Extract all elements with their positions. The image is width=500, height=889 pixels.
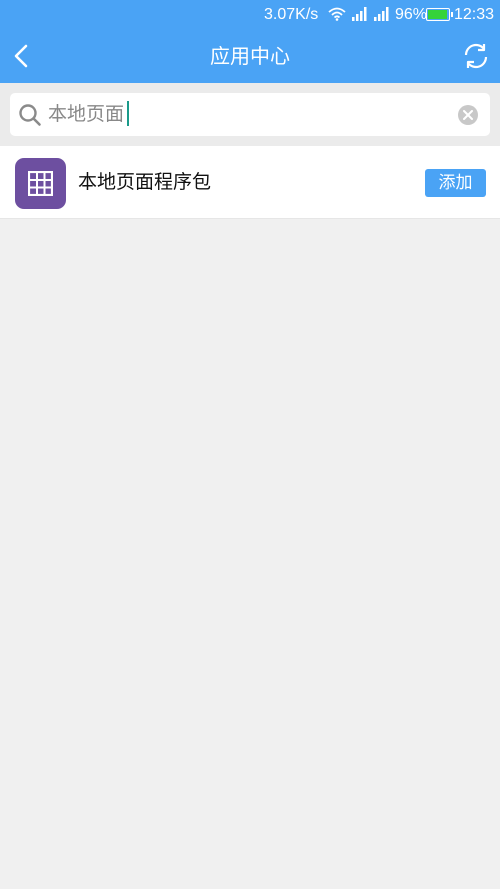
- battery-icon: [426, 8, 453, 21]
- search-input[interactable]: 本地页面: [48, 99, 130, 129]
- network-speed: 3.07K/s: [264, 6, 319, 23]
- wifi-icon: [328, 7, 346, 26]
- table-grid-icon: [15, 158, 66, 209]
- battery-percent: 96%: [395, 6, 428, 23]
- battery-cap: [451, 12, 453, 17]
- text-cursor: [127, 100, 130, 126]
- app-name: 本地页面程序包: [78, 171, 212, 193]
- clock: 12:33: [454, 6, 495, 23]
- signal-icon: [374, 7, 390, 26]
- search-box[interactable]: 本地页面: [10, 93, 490, 136]
- app-list-item[interactable]: 本地页面程序包 添加: [0, 146, 500, 219]
- add-button[interactable]: 添加: [425, 169, 486, 197]
- clear-icon: [463, 110, 473, 120]
- refresh-icon: [464, 43, 488, 69]
- search-input-value: 本地页面: [48, 103, 125, 125]
- search-area: 本地页面: [0, 83, 500, 146]
- status-bar: 3.07K/s 96% 12:33: [0, 0, 500, 30]
- signal-icon: [352, 7, 368, 26]
- refresh-button[interactable]: [458, 38, 494, 74]
- clear-search-button[interactable]: [458, 105, 478, 125]
- page-title: 应用中心: [210, 44, 290, 68]
- title-bar: 应用中心: [0, 30, 500, 83]
- search-icon: [18, 103, 42, 131]
- battery-level: [428, 10, 447, 19]
